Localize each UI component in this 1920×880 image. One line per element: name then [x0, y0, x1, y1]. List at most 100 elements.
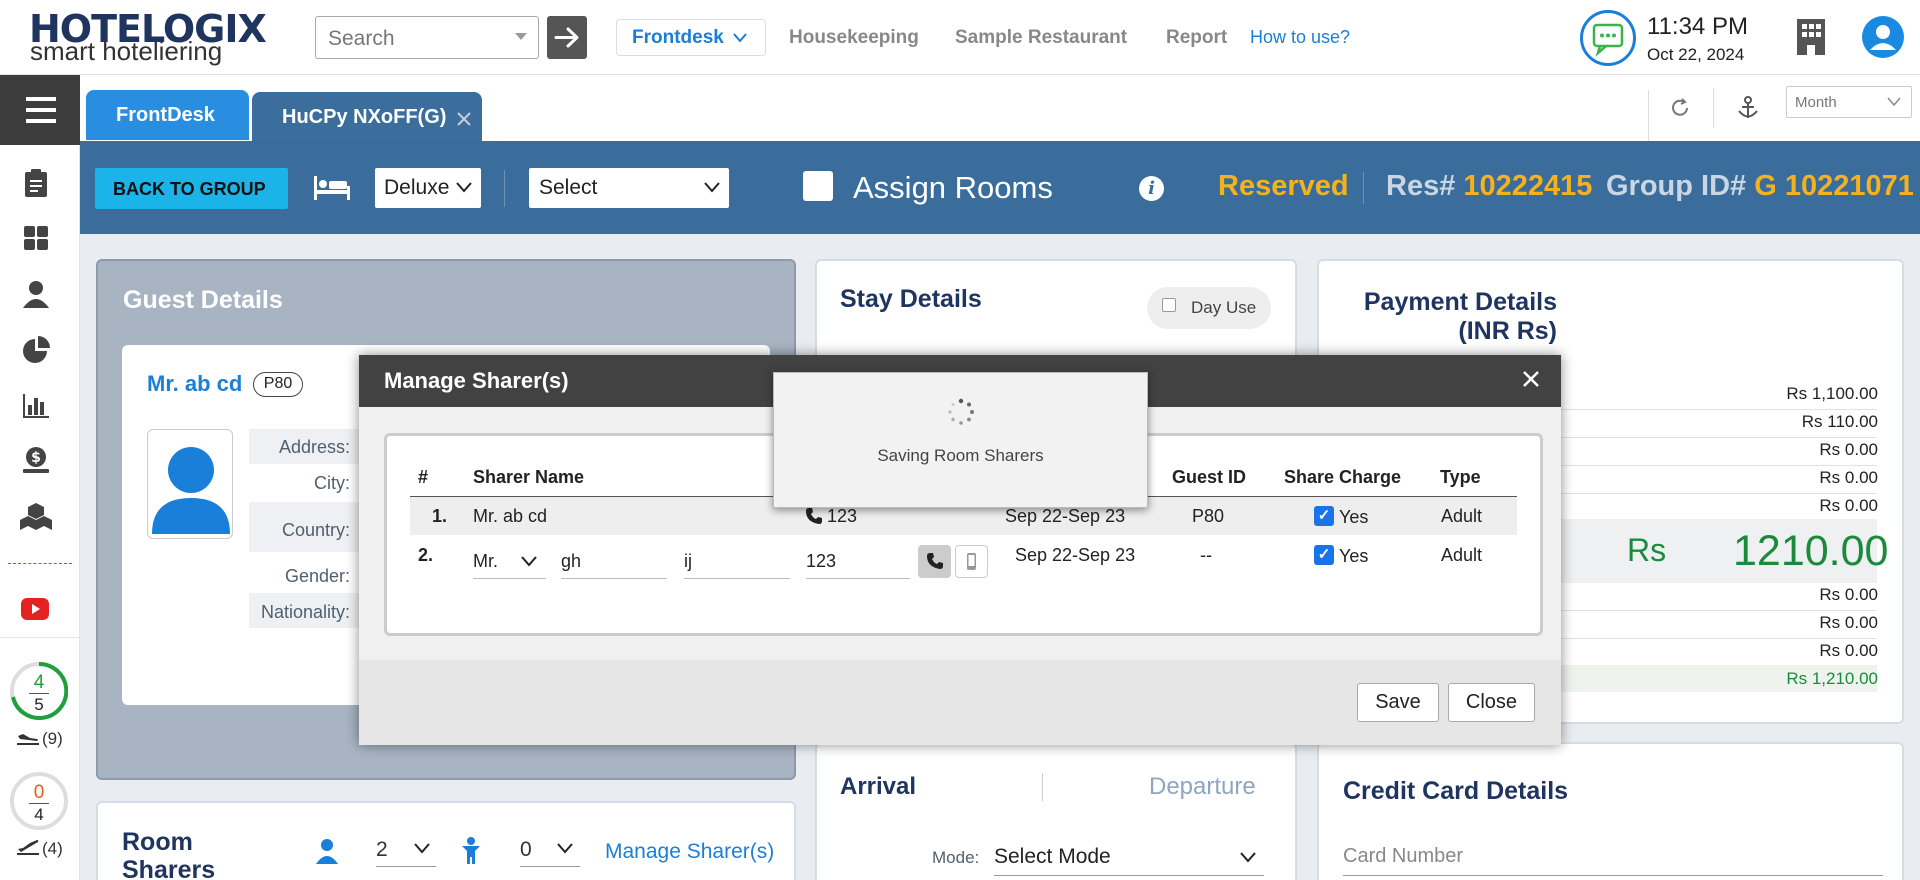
- row-number: 2.: [418, 545, 434, 565]
- guest-details-title: Guest Details: [123, 286, 283, 314]
- payment-amount: Rs 0.00: [1819, 585, 1878, 604]
- close-button[interactable]: Close: [1448, 683, 1535, 722]
- phone-type-button[interactable]: [918, 545, 951, 578]
- tab-group-label: HuCPy NXoFF(G): [282, 106, 447, 128]
- chat-button[interactable]: [1580, 10, 1636, 66]
- adults-count[interactable]: 2: [376, 838, 388, 862]
- reservation-number: Res# 10222415: [1386, 170, 1592, 203]
- arrivals-done: 4: [33, 672, 45, 693]
- amount-divider: [1530, 638, 1877, 639]
- guest-avatar: [147, 429, 233, 539]
- guest-id: P80: [1192, 506, 1225, 526]
- sharer-phone: 123: [827, 506, 858, 526]
- hotel-building-icon[interactable]: [1793, 17, 1829, 57]
- mode-select[interactable]: Select Mode: [994, 840, 1264, 876]
- day-use-checkbox[interactable]: [1162, 298, 1176, 312]
- refresh-icon[interactable]: [1669, 97, 1691, 119]
- guest-type: Adult: [1441, 506, 1483, 526]
- col-header-sharer-name: Sharer Name: [473, 467, 585, 487]
- tab-close-icon[interactable]: [456, 111, 472, 127]
- nav-report[interactable]: Report: [1166, 27, 1227, 49]
- user-profile-icon[interactable]: [1862, 16, 1904, 58]
- children-count[interactable]: 0: [520, 838, 532, 862]
- payment-amount: Rs 0.00: [1819, 496, 1878, 515]
- payment-amount: Rs 0.00: [1819, 613, 1878, 632]
- bed-icon: [314, 176, 350, 200]
- how-to-use-link[interactable]: How to use?: [1250, 27, 1350, 48]
- chat-bubble-icon: [1592, 23, 1624, 57]
- tab-group-reservation[interactable]: HuCPy NXoFF(G): [252, 92, 482, 142]
- search-go-button[interactable]: [547, 16, 587, 59]
- select-underline: [520, 866, 580, 867]
- clock-date: Oct 22, 2024: [1647, 45, 1745, 64]
- info-icon[interactable]: i: [1139, 176, 1164, 201]
- payment-title-line2: (INR Rs): [1458, 317, 1557, 345]
- payment-amount: Rs 1,100.00: [1786, 384, 1878, 403]
- guest-id: --: [1200, 545, 1212, 565]
- share-charge-label: Yes: [1339, 546, 1369, 566]
- guest-type: Adult: [1441, 545, 1483, 565]
- adult-icon: [316, 839, 338, 864]
- credit-card-title: Credit Card Details: [1343, 777, 1569, 805]
- menu-toggle-button[interactable]: [0, 75, 80, 145]
- assign-rooms-label[interactable]: Assign Rooms: [853, 170, 1053, 206]
- saving-dialog: [773, 372, 1148, 508]
- payment-amount: Rs 0.00: [1819, 468, 1878, 487]
- mode-select-value: Select Mode: [994, 845, 1111, 868]
- gender-label: Gender:: [284, 566, 350, 586]
- clipboard-icon[interactable]: [23, 168, 49, 198]
- assign-rooms-checkbox[interactable]: [803, 171, 833, 201]
- res-label: Res#: [1386, 170, 1456, 202]
- phone-input[interactable]: 123: [806, 543, 910, 579]
- payment-amount: Rs 0.00: [1819, 641, 1878, 660]
- salutation-value: Mr.: [473, 551, 498, 571]
- room-number-select[interactable]: Select: [529, 168, 729, 208]
- share-charge-checkbox[interactable]: ✓: [1314, 506, 1334, 526]
- inventory-boxes-icon[interactable]: [20, 502, 52, 532]
- save-button[interactable]: Save: [1357, 683, 1439, 722]
- modal-close-icon[interactable]: [1518, 364, 1544, 394]
- phone-icon: [806, 508, 822, 524]
- nav-housekeeping[interactable]: Housekeeping: [789, 27, 919, 49]
- col-header-number: #: [418, 467, 429, 487]
- mobile-type-button[interactable]: [955, 545, 988, 578]
- pie-chart-icon[interactable]: [22, 336, 50, 364]
- logo-tagline: smart hoteliering: [30, 36, 223, 66]
- guest-id-badge: P80: [253, 372, 303, 397]
- mobile-phone-icon: [967, 553, 976, 570]
- last-name-input[interactable]: ij: [684, 543, 790, 579]
- search-dropdown-caret-icon[interactable]: [515, 33, 527, 40]
- chevron-down-icon: [1240, 852, 1256, 863]
- back-to-group-button[interactable]: BACK TO GROUP: [95, 168, 288, 209]
- guest-name[interactable]: Mr. ab cd: [147, 371, 242, 397]
- chevron-down-icon: [1887, 97, 1901, 107]
- nav-restaurant[interactable]: Sample Restaurant: [955, 27, 1127, 49]
- tab-frontdesk[interactable]: FrontDesk: [86, 90, 249, 140]
- tab-arrival[interactable]: Arrival: [840, 773, 916, 801]
- row-number: 1.: [432, 506, 448, 526]
- arrow-right-icon: [554, 27, 579, 48]
- first-name-input[interactable]: gh: [561, 543, 667, 579]
- youtube-icon[interactable]: [21, 598, 49, 620]
- anchor-icon[interactable]: [1736, 96, 1760, 120]
- col-header-type: Type: [1440, 467, 1481, 487]
- day-use-label: Day Use: [1191, 298, 1257, 317]
- tools-divider: [1713, 88, 1714, 128]
- city-label: City:: [314, 473, 350, 493]
- dashboard-grid-icon[interactable]: [23, 225, 49, 251]
- chevron-down-icon: [521, 556, 537, 567]
- cashier-dollar-icon[interactable]: $: [22, 446, 50, 474]
- child-icon: [462, 837, 480, 864]
- share-charge-checkbox[interactable]: ✓: [1314, 545, 1334, 565]
- search-input[interactable]: Search: [315, 16, 539, 59]
- guest-user-icon[interactable]: [22, 280, 50, 308]
- arrival-divider: [1042, 773, 1043, 801]
- tab-departure[interactable]: Departure: [1149, 773, 1256, 801]
- card-number-input[interactable]: Card Number: [1343, 840, 1883, 876]
- bar-chart-icon[interactable]: [22, 392, 50, 418]
- loading-spinner-icon: [948, 398, 974, 425]
- amount-divider: [1530, 409, 1877, 410]
- manage-sharers-link[interactable]: Manage Sharer(s): [605, 840, 774, 864]
- res-value: 10222415: [1463, 170, 1593, 202]
- departures-done: 0: [33, 782, 45, 803]
